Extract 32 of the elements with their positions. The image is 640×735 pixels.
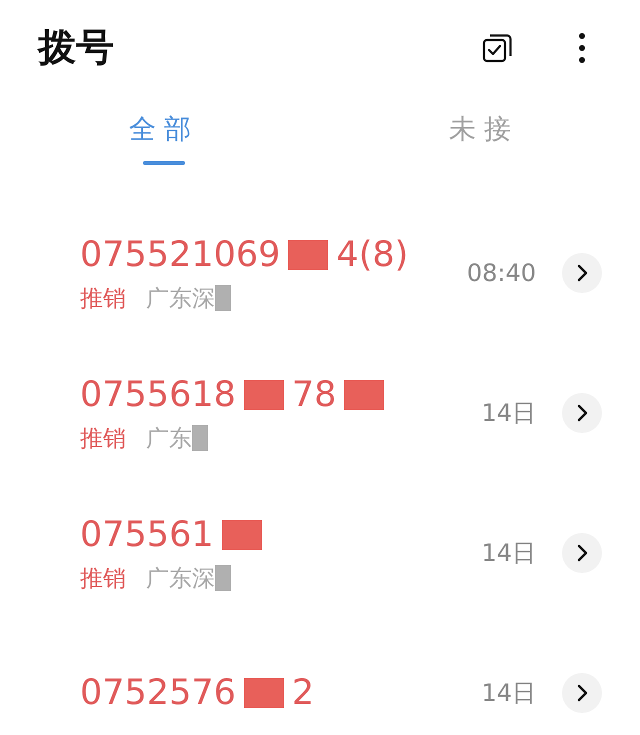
page-title: 拨号 [38,24,115,71]
phone-number-text: 4(8) [336,234,408,274]
call-tag: 推销 [80,422,126,454]
phone-number-text: 075521069 [80,234,280,274]
details-chevron-icon[interactable] [562,533,602,573]
location-text: 广东深 [146,564,215,594]
details-chevron-icon[interactable] [562,673,602,713]
phone-number-text: 0752576 [80,673,236,713]
call-time: 14日 [481,678,536,709]
redaction-block [215,285,231,311]
call-tag: 推销 [80,562,126,594]
redaction-block [222,520,262,550]
phone-number-text: 075561 [80,514,214,554]
call-time: 14日 [481,398,536,429]
tab[interactable]: 未接 [320,111,640,173]
phone-number-text: 2 [292,673,314,713]
phone-number-text: 0755618 [80,374,236,414]
details-chevron-icon[interactable] [562,253,602,293]
call-time: 08:40 [466,259,536,287]
tab[interactable]: 全部 [0,111,320,173]
call-tag: 推销 [80,282,126,314]
phone-number-text: 78 [292,374,336,414]
redaction-block [344,380,384,410]
redaction-block [244,380,284,410]
details-chevron-icon[interactable] [562,393,602,433]
call-time: 14日 [481,538,536,569]
location-text: 广东深 [146,284,215,314]
redaction-block [288,240,328,270]
location-text: 广东 [146,424,192,454]
redaction-block [215,565,231,591]
redaction-block [192,425,208,451]
redaction-block [244,678,284,708]
